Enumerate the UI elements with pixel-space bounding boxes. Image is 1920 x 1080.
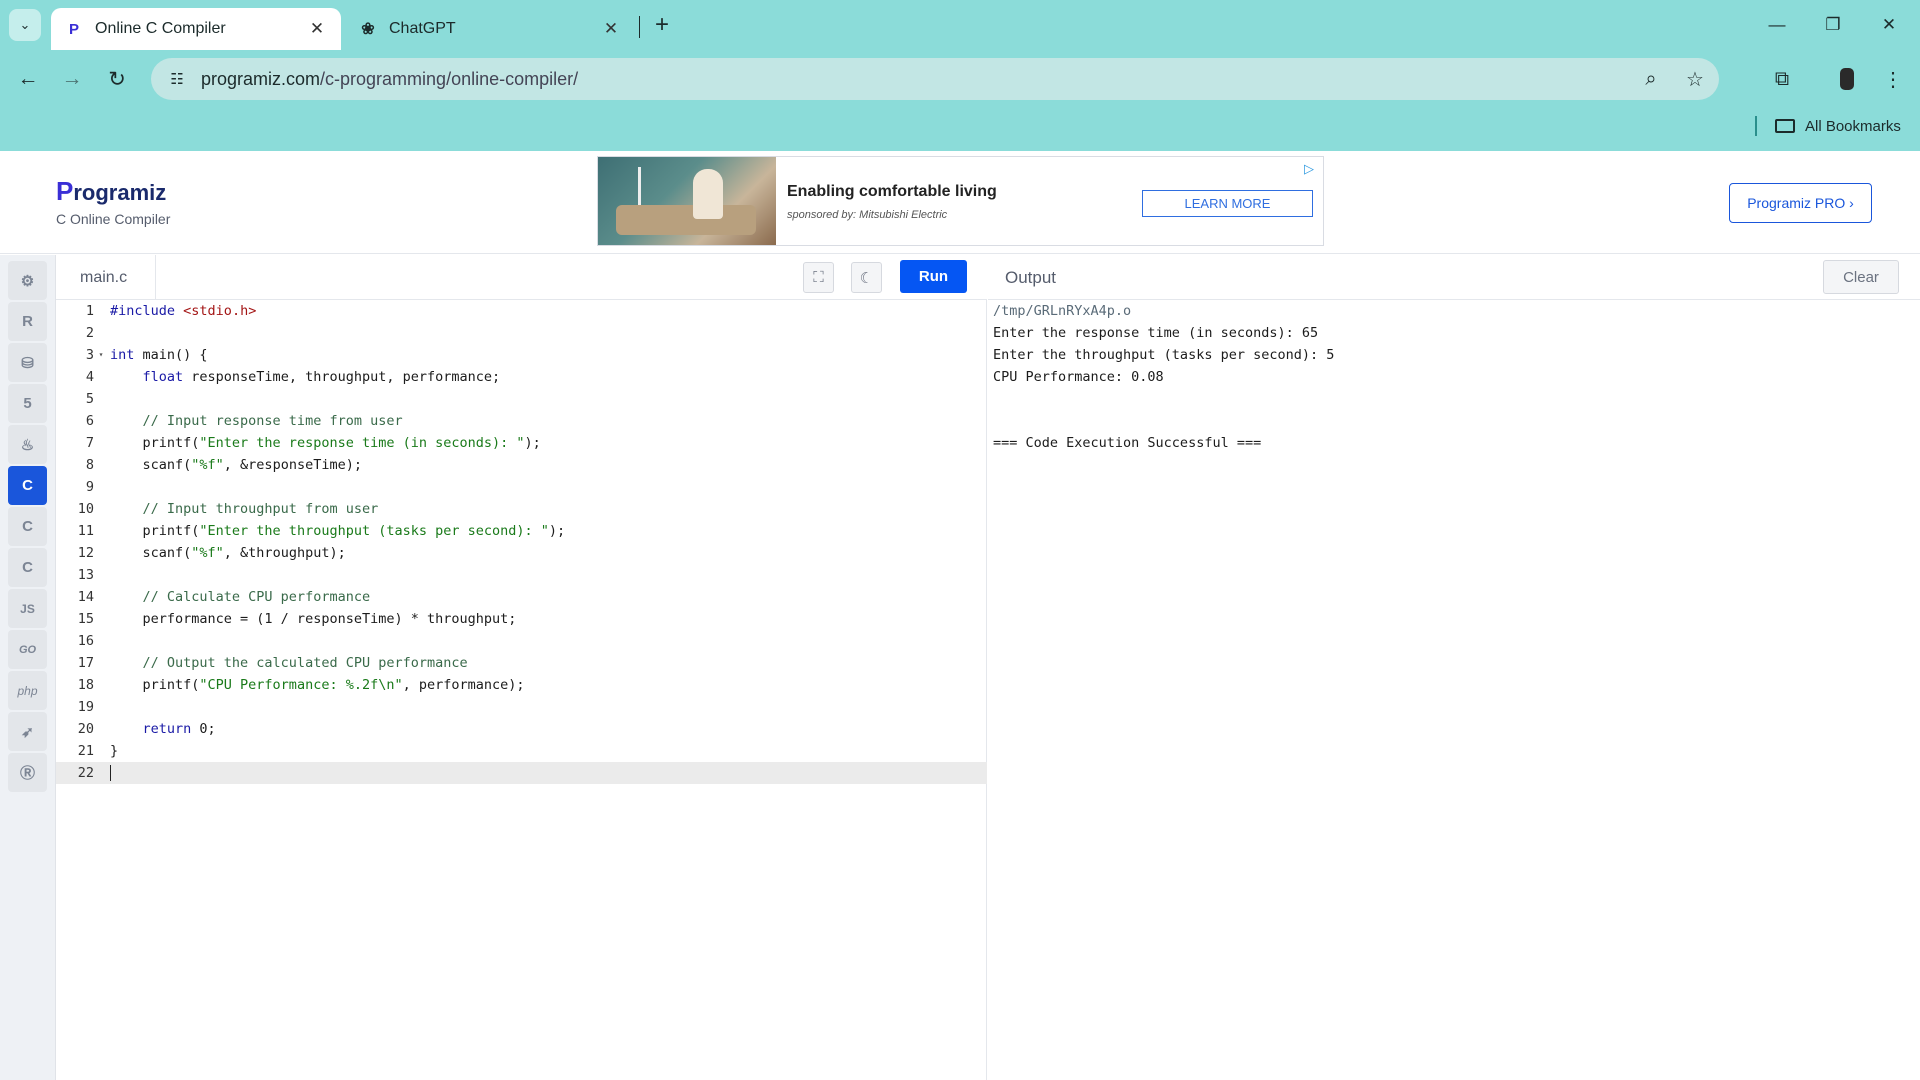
- code-line[interactable]: 1 #include <stdio.h>: [56, 300, 987, 322]
- php-icon[interactable]: php: [8, 671, 47, 710]
- code-line[interactable]: 7 printf("Enter the response time (in se…: [56, 432, 987, 454]
- code-line[interactable]: 9: [56, 476, 987, 498]
- tab-separator: [639, 16, 640, 38]
- javascript-icon[interactable]: JS: [8, 589, 47, 628]
- output-success-line: === Code Execution Successful ===: [993, 435, 1262, 451]
- output-line: Enter the throughput (tasks per second):…: [993, 347, 1335, 363]
- code-line[interactable]: 4 float responseTime, throughput, perfor…: [56, 366, 987, 388]
- output-line: CPU Performance: 0.08: [993, 369, 1164, 385]
- reload-icon[interactable]: ↻: [100, 62, 134, 96]
- programiz-favicon-icon: P: [68, 20, 79, 38]
- clear-button[interactable]: Clear: [1823, 260, 1899, 294]
- code-line[interactable]: 3 ▾ int main() {: [56, 344, 987, 366]
- tab-chatgpt[interactable]: ❀ ChatGPT ✕: [345, 8, 635, 50]
- fold-arrow-icon[interactable]: ▾: [96, 344, 106, 366]
- language-sidebar: ⚙ R ⛁ 5 ♨ C C C JS GO php ➶ Ⓡ: [0, 255, 56, 1080]
- fullscreen-icon[interactable]: ⛶: [803, 262, 834, 293]
- output-header: Output Clear: [988, 255, 1920, 300]
- output-line: Enter the response time (in seconds): 65: [993, 325, 1319, 341]
- tab-close-icon[interactable]: ✕: [601, 19, 621, 39]
- csharp-icon[interactable]: C: [8, 548, 47, 587]
- ad-image: [598, 157, 776, 245]
- code-line[interactable]: 13: [56, 564, 987, 586]
- code-line-current[interactable]: 22: [56, 762, 987, 784]
- new-tab-plus-icon[interactable]: +: [648, 11, 676, 39]
- code-line[interactable]: 6 // Input response time from user: [56, 410, 987, 432]
- cpp-icon[interactable]: C: [8, 507, 47, 546]
- adchoices-icon[interactable]: ▷: [1301, 161, 1317, 177]
- html5-icon[interactable]: 5: [8, 384, 47, 423]
- tab-online-c-compiler[interactable]: P Online C Compiler ✕: [51, 8, 341, 50]
- restore-icon[interactable]: ❐: [1810, 8, 1856, 42]
- folder-icon: [1775, 119, 1795, 133]
- code-line[interactable]: 5: [56, 388, 987, 410]
- code-line[interactable]: 15 performance = (1 / responseTime) * th…: [56, 608, 987, 630]
- ad-sponsor: sponsored by: Mitsubishi Electric: [787, 209, 948, 221]
- url-text[interactable]: programiz.com/c-programming/online-compi…: [201, 69, 1631, 90]
- zoom-icon[interactable]: ⌕: [1631, 59, 1671, 99]
- chatgpt-favicon-icon: ❀: [361, 21, 375, 38]
- programiz-pro-button[interactable]: Programiz PRO ›: [1729, 183, 1872, 223]
- sql-database-icon[interactable]: ⛁: [8, 343, 47, 382]
- page-subtitle: C Online Compiler: [56, 211, 171, 227]
- learn-more-button[interactable]: LEARN MORE: [1142, 190, 1313, 217]
- swift-icon[interactable]: ➶: [8, 712, 47, 751]
- file-tab-main-c[interactable]: main.c: [56, 255, 156, 300]
- bookmark-star-icon[interactable]: ☆: [1675, 59, 1715, 99]
- code-line[interactable]: 18 printf("CPU Performance: %.2f\n", per…: [56, 674, 987, 696]
- python-icon[interactable]: ⚙: [8, 261, 47, 300]
- rust-icon[interactable]: Ⓡ: [8, 753, 47, 792]
- menu-dots-icon[interactable]: ⋮: [1876, 62, 1910, 96]
- code-line[interactable]: 12 scanf("%f", &throughput);: [56, 542, 987, 564]
- run-button[interactable]: Run: [900, 260, 967, 293]
- dark-mode-moon-icon[interactable]: ☾: [851, 262, 882, 293]
- advertisement-banner[interactable]: Enabling comfortable living sponsored by…: [597, 156, 1324, 246]
- back-arrow-icon[interactable]: ←: [11, 62, 45, 96]
- r-language-icon[interactable]: R: [8, 302, 47, 341]
- code-editor[interactable]: 1 #include <stdio.h> 2 3 ▾ int main() { …: [56, 300, 987, 1080]
- site-header: Programiz C Online Compiler Enabling com…: [0, 151, 1920, 254]
- code-line[interactable]: 17 // Output the calculated CPU performa…: [56, 652, 987, 674]
- tab-title: Online C Compiler: [95, 20, 226, 37]
- all-bookmarks-button[interactable]: All Bookmarks: [1775, 114, 1901, 138]
- address-bar[interactable]: ☷ programiz.com/c-programming/online-com…: [151, 58, 1719, 100]
- code-line[interactable]: 8 scanf("%f", &responseTime);: [56, 454, 987, 476]
- code-line[interactable]: 19: [56, 696, 987, 718]
- code-line[interactable]: 14 // Calculate CPU performance: [56, 586, 987, 608]
- c-language-icon[interactable]: C: [8, 466, 47, 505]
- output-title: Output: [1005, 267, 1057, 287]
- bookmark-separator: [1755, 116, 1757, 136]
- code-line[interactable]: 2: [56, 322, 987, 344]
- code-line[interactable]: 11 printf("Enter the throughput (tasks p…: [56, 520, 987, 542]
- editor-header: main.c ⛶ ☾ Run: [56, 255, 987, 300]
- programiz-logo[interactable]: Programiz: [56, 176, 166, 207]
- code-line[interactable]: 21 }: [56, 740, 987, 762]
- go-icon[interactable]: GO: [8, 630, 47, 669]
- ad-title: Enabling comfortable living: [787, 183, 997, 200]
- site-settings-icon[interactable]: ☷: [157, 59, 197, 99]
- output-line: /tmp/GRLnRYxA4p.o: [993, 303, 1132, 319]
- all-bookmarks-label: All Bookmarks: [1805, 117, 1901, 135]
- text-cursor: [110, 765, 111, 781]
- output-console[interactable]: /tmp/GRLnRYxA4p.o Enter the response tim…: [988, 300, 1920, 1080]
- profile-avatar[interactable]: [1830, 62, 1864, 96]
- tab-close-icon[interactable]: ✕: [307, 19, 327, 39]
- code-line[interactable]: 10 // Input throughput from user: [56, 498, 987, 520]
- minimize-icon[interactable]: —: [1754, 8, 1800, 42]
- forward-arrow-icon[interactable]: →: [55, 62, 89, 96]
- code-line[interactable]: 20 return 0;: [56, 718, 987, 740]
- code-line[interactable]: 16: [56, 630, 987, 652]
- tab-search-chevron-icon[interactable]: ⌄: [9, 9, 41, 41]
- extensions-puzzle-icon[interactable]: ⧉: [1765, 62, 1799, 96]
- tab-title: ChatGPT: [389, 20, 456, 37]
- java-icon[interactable]: ♨: [8, 425, 47, 464]
- window-close-icon[interactable]: ✕: [1866, 8, 1912, 42]
